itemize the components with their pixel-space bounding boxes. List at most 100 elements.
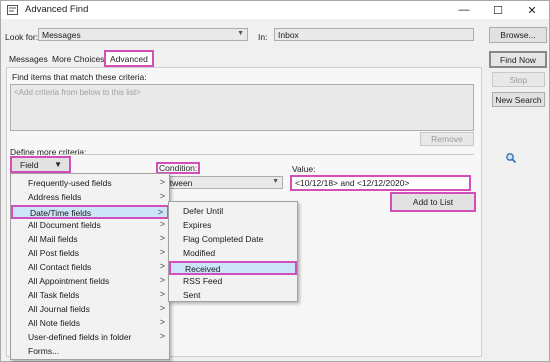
menu-item-label: All Contact fields	[28, 262, 92, 272]
look-for-select[interactable]: Messages ▼	[38, 28, 248, 41]
chevron-down-icon: ▼	[54, 160, 62, 169]
submenu-item-flag-completed-date[interactable]: Flag Completed Date	[169, 233, 297, 247]
add-to-list-label: Add to List	[412, 197, 454, 207]
menu-item-label: Forms...	[28, 346, 60, 356]
submenu-item-label: Received	[185, 264, 221, 274]
in-folder-value: Inbox	[278, 30, 299, 40]
tab-more-choices-label: More Choices	[52, 54, 105, 64]
menu-item-frequently-used-fields[interactable]: Frequently-used fields >	[11, 177, 169, 191]
define-criteria-heading: Define more criteria:	[10, 147, 87, 157]
divider	[58, 154, 474, 155]
close-button[interactable]: ✕	[515, 1, 549, 19]
chevron-right-icon: >	[159, 331, 165, 341]
condition-select[interactable]: etween ▼	[157, 176, 283, 189]
tab-messages-label: Messages	[9, 54, 48, 64]
submenu-item-rss-feed[interactable]: RSS Feed	[169, 275, 297, 289]
browse-button[interactable]: Browse...	[489, 27, 547, 43]
title-bar: Advanced Find — ☐ ✕	[1, 1, 549, 19]
remove-button[interactable]: Remove	[420, 132, 474, 146]
criteria-placeholder: <Add criteria from below to this list>	[14, 88, 141, 97]
chevron-right-icon: >	[159, 275, 165, 285]
submenu-item-modified[interactable]: Modified	[169, 247, 297, 261]
new-search-label: New Search	[495, 94, 542, 105]
submenu-item-label: Expires	[183, 220, 212, 230]
add-to-list-button[interactable]: Add to List	[390, 192, 476, 212]
menu-item-label: All Post fields	[28, 248, 80, 258]
date-time-submenu: Defer Until Expires Flag Completed Date Mod…	[168, 201, 298, 302]
submenu-item-label: Flag Completed Date	[183, 234, 264, 244]
window-title: Advanced Find	[25, 4, 89, 15]
submenu-item-label: Modified	[183, 248, 216, 258]
chevron-down-icon: ▼	[272, 178, 279, 185]
menu-item-all-appointment-fields[interactable]: All Appointment fields >	[11, 275, 169, 289]
menu-item-all-note-fields[interactable]: All Note fields >	[11, 317, 169, 331]
field-menu: Frequently-used fields > Address fields > Da…	[10, 173, 170, 360]
field-dropdown-button[interactable]: Field ▼	[10, 156, 71, 173]
menu-item-label: All Document fields	[28, 220, 101, 230]
submenu-item-defer-until[interactable]: Defer Until	[169, 205, 297, 219]
chevron-right-icon: >	[157, 207, 163, 217]
chevron-down-icon: ▼	[237, 30, 244, 37]
submenu-item-expires[interactable]: Expires	[169, 219, 297, 233]
chevron-right-icon: >	[159, 219, 165, 229]
tab-advanced-label: Advanced	[110, 54, 148, 64]
field-button-label: Field	[20, 159, 39, 170]
chevron-right-icon: >	[159, 247, 165, 257]
submenu-item-label: RSS Feed	[183, 276, 223, 286]
menu-item-all-mail-fields[interactable]: All Mail fields >	[11, 233, 169, 247]
criteria-list[interactable]: <Add criteria from below to this list>	[10, 84, 474, 131]
new-search-button[interactable]: New Search	[492, 92, 545, 107]
maximize-icon: ☐	[493, 4, 503, 17]
menu-item-label: All Journal fields	[28, 304, 90, 314]
menu-item-label: Frequently-used fields	[28, 178, 112, 188]
remove-label: Remove	[431, 134, 463, 144]
value-label: Value:	[292, 164, 316, 174]
chevron-right-icon: >	[159, 289, 165, 299]
menu-item-all-task-fields[interactable]: All Task fields >	[11, 289, 169, 303]
look-for-label: Look for:	[5, 32, 39, 42]
menu-item-all-journal-fields[interactable]: All Journal fields >	[11, 303, 169, 317]
condition-label: Condition:	[155, 162, 201, 174]
menu-item-label: All Note fields	[28, 318, 80, 328]
menu-item-all-document-fields[interactable]: All Document fields >	[11, 219, 169, 233]
criteria-heading: Find items that match these criteria:	[12, 72, 147, 82]
submenu-item-sent[interactable]: Sent	[169, 289, 297, 303]
advanced-find-window: Advanced Find — ☐ ✕ Look for: Messages ▼…	[0, 0, 550, 362]
menu-item-date-time-fields[interactable]: Date/Time fields >	[11, 205, 169, 219]
find-now-label: Find Now	[500, 54, 536, 65]
minimize-button[interactable]: —	[447, 1, 481, 19]
menu-item-all-contact-fields[interactable]: All Contact fields >	[11, 261, 169, 275]
close-icon: ✕	[527, 4, 537, 17]
menu-item-label: Address fields	[28, 192, 82, 202]
menu-item-all-post-fields[interactable]: All Post fields >	[11, 247, 169, 261]
stop-label: Stop	[509, 74, 528, 85]
advanced-find-icon	[7, 5, 18, 15]
submenu-item-received[interactable]: Received	[169, 261, 297, 275]
menu-item-label: All Task fields	[28, 290, 80, 300]
chevron-right-icon: >	[159, 317, 165, 327]
magnifier-icon	[506, 153, 517, 164]
menu-item-label: All Mail fields	[28, 234, 78, 244]
look-for-value: Messages	[42, 30, 81, 40]
menu-item-forms[interactable]: Forms...	[11, 345, 169, 359]
chevron-right-icon: >	[159, 191, 165, 201]
menu-item-label: User-defined fields in folder	[28, 332, 132, 342]
tab-more-choices[interactable]: More Choices	[48, 52, 108, 67]
find-now-button[interactable]: Find Now	[489, 51, 547, 68]
menu-item-label: Date/Time fields	[30, 208, 92, 218]
tab-advanced[interactable]: Advanced	[104, 50, 154, 67]
tab-messages[interactable]: Messages	[5, 52, 52, 67]
maximize-button[interactable]: ☐	[481, 1, 515, 19]
in-folder-field[interactable]: Inbox	[274, 28, 474, 41]
chevron-right-icon: >	[159, 177, 165, 187]
stop-button[interactable]: Stop	[492, 72, 545, 87]
menu-item-address-fields[interactable]: Address fields >	[11, 191, 169, 205]
submenu-item-label: Defer Until	[183, 206, 224, 216]
chevron-right-icon: >	[159, 261, 165, 271]
menu-item-user-defined-fields-in-folder[interactable]: User-defined fields in folder >	[11, 331, 169, 345]
value-input[interactable]: <10/12/18> and <12/12/2020>	[290, 175, 471, 191]
browse-label: Browse...	[500, 30, 536, 40]
menu-item-label: All Appointment fields	[28, 276, 110, 286]
value-text: <10/12/18> and <12/12/2020>	[295, 178, 410, 188]
submenu-item-label: Sent	[183, 290, 201, 300]
